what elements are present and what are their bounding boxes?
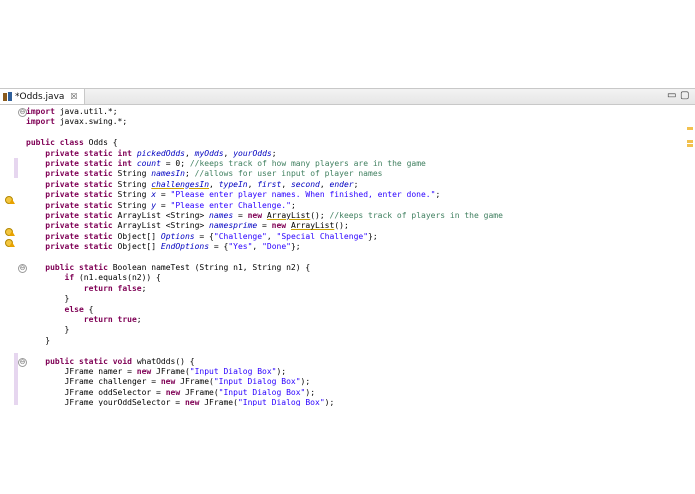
- close-icon[interactable]: ☒: [70, 92, 77, 101]
- code-line: JFrame yourOddSelector = new JFrame("Inp…: [26, 398, 335, 406]
- tab-title: *Odds.java: [15, 91, 65, 102]
- warning-marker[interactable]: [687, 140, 693, 143]
- warning-lightbulb-icon[interactable]: [5, 239, 15, 247]
- warning-lightbulb-icon[interactable]: [5, 228, 15, 236]
- code-editor[interactable]: *Odds.java ☒ ▭ ▢ ⊖ ⊖ ⊖ import java.util.…: [0, 88, 695, 406]
- warning-marker[interactable]: [687, 127, 693, 130]
- editor-tab-bar: *Odds.java ☒ ▭ ▢: [0, 88, 695, 105]
- code-line: private static Object[] Options = {"Chal…: [45, 231, 378, 241]
- code-text-area[interactable]: import java.util.*; import javax.swing.*…: [26, 106, 681, 406]
- change-indicator: [14, 158, 18, 178]
- code-line: private static ArrayList <String> namesp…: [45, 221, 349, 231]
- code-line: }: [26, 325, 70, 335]
- code-line: else {: [64, 304, 94, 314]
- code-line: JFrame oddSelector = new JFrame("Input D…: [26, 387, 316, 397]
- code-line: JFrame namer = new JFrame("Input Dialog …: [26, 367, 287, 376]
- code-line: public class Odds {: [26, 138, 118, 148]
- code-line: private static String challengesIn, type…: [45, 179, 359, 189]
- code-line: return true;: [83, 315, 142, 324]
- code-line: }: [26, 294, 70, 304]
- warning-lightbulb-icon[interactable]: [5, 196, 15, 204]
- code-line: private static Object[] EndOptions = {"Y…: [45, 242, 301, 252]
- code-line: private static int count = 0; //keeps tr…: [45, 159, 426, 168]
- tab-odds-java[interactable]: *Odds.java ☒: [0, 89, 85, 104]
- code-line: public static Boolean nameTest (String n…: [45, 263, 311, 272]
- code-line: if (n1.equals(n2)) {: [64, 273, 161, 283]
- code-line: private static String y = "Please enter …: [45, 200, 296, 210]
- code-line: return false;: [83, 283, 147, 293]
- code-line: public static void whatOdds() {: [45, 356, 195, 366]
- warning-marker[interactable]: [687, 144, 693, 147]
- code-line: JFrame challenger = new JFrame("Input Di…: [26, 377, 311, 387]
- overview-ruler[interactable]: [685, 105, 695, 406]
- maximize-icon[interactable]: ▢: [680, 90, 689, 102]
- code-line: import javax.swing.*;: [26, 117, 128, 127]
- code-line: private static String namesIn; //allows …: [45, 169, 383, 179]
- code-line: private static ArrayList <String> names …: [45, 211, 503, 220]
- java-file-icon: [3, 91, 12, 102]
- code-line: }: [26, 335, 51, 345]
- code-line: private static int pickedOdds, myOdds, y…: [45, 148, 277, 158]
- code-line: import java.util.*;: [26, 107, 118, 116]
- code-line: private static String x = "Please enter …: [45, 190, 441, 200]
- minimize-icon[interactable]: ▭: [667, 90, 676, 102]
